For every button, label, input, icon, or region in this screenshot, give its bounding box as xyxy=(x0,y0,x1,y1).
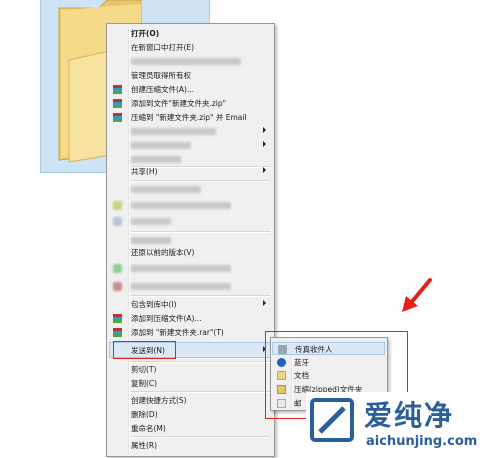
blurred-label xyxy=(131,218,171,225)
menu-item-create-archive[interactable]: 创建压缩文件(A)... xyxy=(109,83,270,96)
menu-item-blurred-5[interactable] xyxy=(109,199,270,212)
app-icon xyxy=(113,282,122,291)
menu-item-add-to-archive-label: 添加到压缩文件(A)... xyxy=(131,314,202,323)
watermark-url: aichunjing.com xyxy=(366,434,478,449)
watermark-logo-icon xyxy=(310,398,354,442)
menu-item-open-new-window-label: 在新窗口中打开(E) xyxy=(131,43,195,52)
watermark: 爱纯净 aichunjing.com xyxy=(306,392,500,458)
blurred-label xyxy=(131,128,216,135)
menu-item-delete[interactable]: 删除(D) xyxy=(109,408,270,421)
winrar-icon xyxy=(113,99,122,108)
menu-separator xyxy=(131,180,270,182)
blurred-label xyxy=(131,58,241,65)
menu-separator xyxy=(131,295,270,297)
blurred-label xyxy=(131,283,231,290)
menu-item-include-in-library-label: 包含到库中(I) xyxy=(131,300,177,309)
menu-item-take-ownership-label: 管理员取得所有权 xyxy=(131,71,191,80)
submenu-arrow-icon xyxy=(263,141,266,147)
submenu-arrow-icon xyxy=(263,167,266,173)
menu-item-open[interactable]: 打开(O) xyxy=(109,27,270,40)
blurred-label xyxy=(131,265,231,272)
watermark-title: 爱纯净 xyxy=(364,399,455,432)
submenu-arrow-icon xyxy=(263,300,266,306)
menu-item-blurred[interactable] xyxy=(109,55,270,68)
menu-item-create-shortcut[interactable]: 创建快捷方式(S) xyxy=(109,394,270,407)
blurred-label xyxy=(131,237,171,244)
menu-item-add-to-zip[interactable]: 添加到文件"新建文件夹.zip" xyxy=(109,97,270,110)
menu-item-blurred-submenu-1[interactable] xyxy=(109,125,270,138)
menu-item-rename-label: 重命名(M) xyxy=(131,424,166,433)
menu-item-share-label: 共享(H) xyxy=(131,167,158,176)
annotation-arrow-icon xyxy=(402,278,432,312)
menu-item-share[interactable]: 共享(H) xyxy=(109,165,270,178)
menu-item-properties[interactable]: 属性(R) xyxy=(109,439,270,452)
menu-item-zip-and-email-label: 压缩到 "新建文件夹.zip" 并 Email xyxy=(131,113,247,122)
menu-item-blurred-8[interactable] xyxy=(109,262,270,275)
blurred-label xyxy=(131,156,181,163)
menu-item-open-label: 打开(O) xyxy=(131,29,160,38)
menu-item-delete-label: 删除(D) xyxy=(131,410,158,419)
menu-separator xyxy=(131,391,270,393)
blurred-label xyxy=(131,202,231,209)
app-icon xyxy=(113,264,122,273)
menu-item-restore-previous[interactable]: 还原以前的版本(V) xyxy=(109,246,270,259)
menu-item-blurred-9[interactable] xyxy=(109,280,270,293)
winrar-icon xyxy=(113,85,122,94)
blurred-label xyxy=(131,142,191,149)
menu-item-add-to-archive[interactable]: 添加到压缩文件(A)... xyxy=(109,312,270,325)
winrar-icon xyxy=(113,314,122,323)
winrar-icon xyxy=(113,328,122,337)
menu-item-add-to-zip-label: 添加到文件"新建文件夹.zip" xyxy=(131,99,227,108)
context-menu: 打开(O) 在新窗口中打开(E) 管理员取得所有权 创建压缩文件(A)... 添… xyxy=(106,23,275,457)
winrar-icon xyxy=(113,113,122,122)
menu-separator xyxy=(131,231,270,233)
blurred-label xyxy=(131,186,201,193)
menu-item-properties-label: 属性(R) xyxy=(131,441,158,450)
menu-item-include-in-library[interactable]: 包含到库中(I) xyxy=(109,298,270,311)
submenu-arrow-icon xyxy=(263,127,266,133)
menu-item-rename[interactable]: 重命名(M) xyxy=(109,422,270,435)
menu-item-copy[interactable]: 复制(C) xyxy=(109,377,270,390)
menu-separator xyxy=(131,436,270,438)
menu-item-cut[interactable]: 剪切(T) xyxy=(109,363,270,376)
menu-item-add-to-rar-label: 添加到 "新建文件夹.rar"(T) xyxy=(131,328,224,337)
menu-item-restore-previous-label: 还原以前的版本(V) xyxy=(131,248,195,257)
menu-item-blurred-submenu-2[interactable] xyxy=(109,139,270,152)
menu-item-copy-label: 复制(C) xyxy=(131,379,158,388)
app-icon xyxy=(113,201,122,210)
menu-item-take-ownership[interactable]: 管理员取得所有权 xyxy=(109,69,270,82)
menu-item-blurred-4[interactable] xyxy=(109,183,270,196)
annotation-box-send-to xyxy=(113,341,176,359)
menu-item-add-to-rar[interactable]: 添加到 "新建文件夹.rar"(T) xyxy=(109,326,270,339)
menu-item-zip-and-email[interactable]: 压缩到 "新建文件夹.zip" 并 Email xyxy=(109,111,270,124)
app-icon xyxy=(113,217,122,226)
menu-item-open-new-window[interactable]: 在新窗口中打开(E) xyxy=(109,41,270,54)
menu-item-cut-label: 剪切(T) xyxy=(131,365,157,374)
menu-item-create-shortcut-label: 创建快捷方式(S) xyxy=(131,396,187,405)
menu-item-create-archive-label: 创建压缩文件(A)... xyxy=(131,85,195,94)
menu-item-blurred-6[interactable] xyxy=(109,215,270,228)
